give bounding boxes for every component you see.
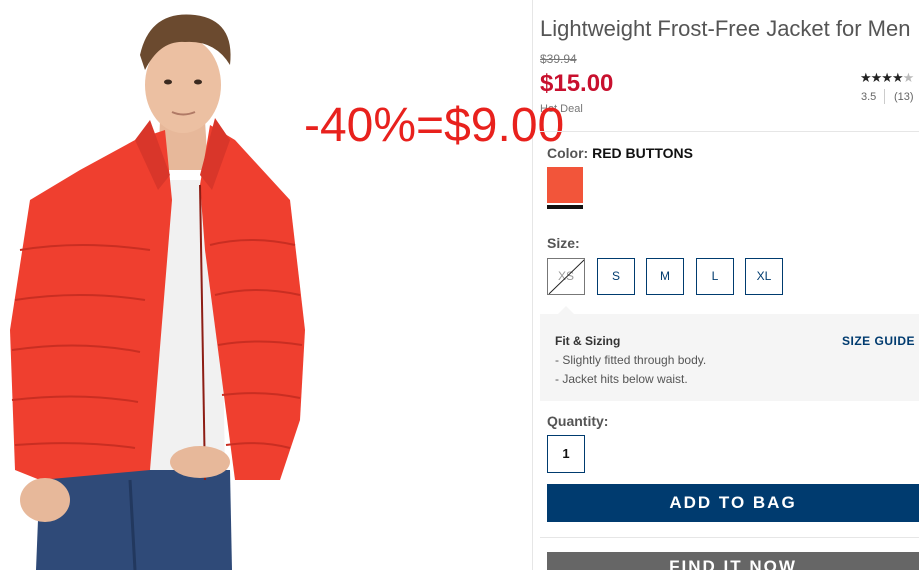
- product-title: Lightweight Frost-Free Jacket for Men: [540, 16, 911, 41]
- quantity-input[interactable]: 1: [547, 435, 585, 473]
- size-option-m[interactable]: M: [646, 258, 684, 295]
- star-icon: ★★★: [860, 70, 893, 85]
- sale-price: $15.00: [540, 70, 614, 97]
- rating-value: 3.5: [861, 91, 877, 103]
- add-to-bag-button[interactable]: ADD TO BAG: [547, 484, 919, 522]
- fit-sizing-title: Fit & Sizing: [555, 334, 621, 348]
- color-label: Color: RED BUTTONS: [547, 145, 693, 161]
- star-half-icon: ★: [891, 70, 904, 85]
- size-option-l[interactable]: L: [696, 258, 734, 295]
- review-count-link[interactable]: (13): [894, 91, 914, 103]
- size-option-xl[interactable]: XL: [745, 258, 783, 295]
- discount-overlay-text: -40%=$9.00: [304, 99, 565, 152]
- star-empty-icon: ★: [902, 70, 915, 85]
- swatch-selected-indicator: [547, 205, 583, 209]
- size-option-xs[interactable]: XS: [547, 258, 585, 295]
- find-it-now-button[interactable]: FIND IT NOW: [547, 552, 919, 570]
- color-selected-value: RED BUTTONS: [592, 145, 693, 161]
- vertical-divider: [532, 0, 533, 570]
- jacket-model-illustration: [10, 14, 305, 570]
- original-price: $39.94: [540, 52, 577, 66]
- size-label: Size:: [547, 235, 580, 251]
- quantity-label: Quantity:: [547, 413, 609, 429]
- color-label-text: Color:: [547, 145, 589, 161]
- section-divider: [540, 131, 919, 132]
- fit-box-pointer: [558, 306, 574, 314]
- size-guide-link[interactable]: SIZE GUIDE: [842, 334, 915, 348]
- fit-note: - Jacket hits below waist.: [555, 372, 688, 386]
- color-swatch-red[interactable]: [547, 167, 583, 203]
- section-divider: [540, 537, 919, 538]
- size-option-s[interactable]: S: [597, 258, 635, 295]
- product-image[interactable]: [0, 0, 530, 570]
- rating-stars[interactable]: ★★★★★: [860, 70, 915, 86]
- fit-note: - Slightly fitted through body.: [555, 353, 707, 367]
- rating-separator: [884, 89, 885, 104]
